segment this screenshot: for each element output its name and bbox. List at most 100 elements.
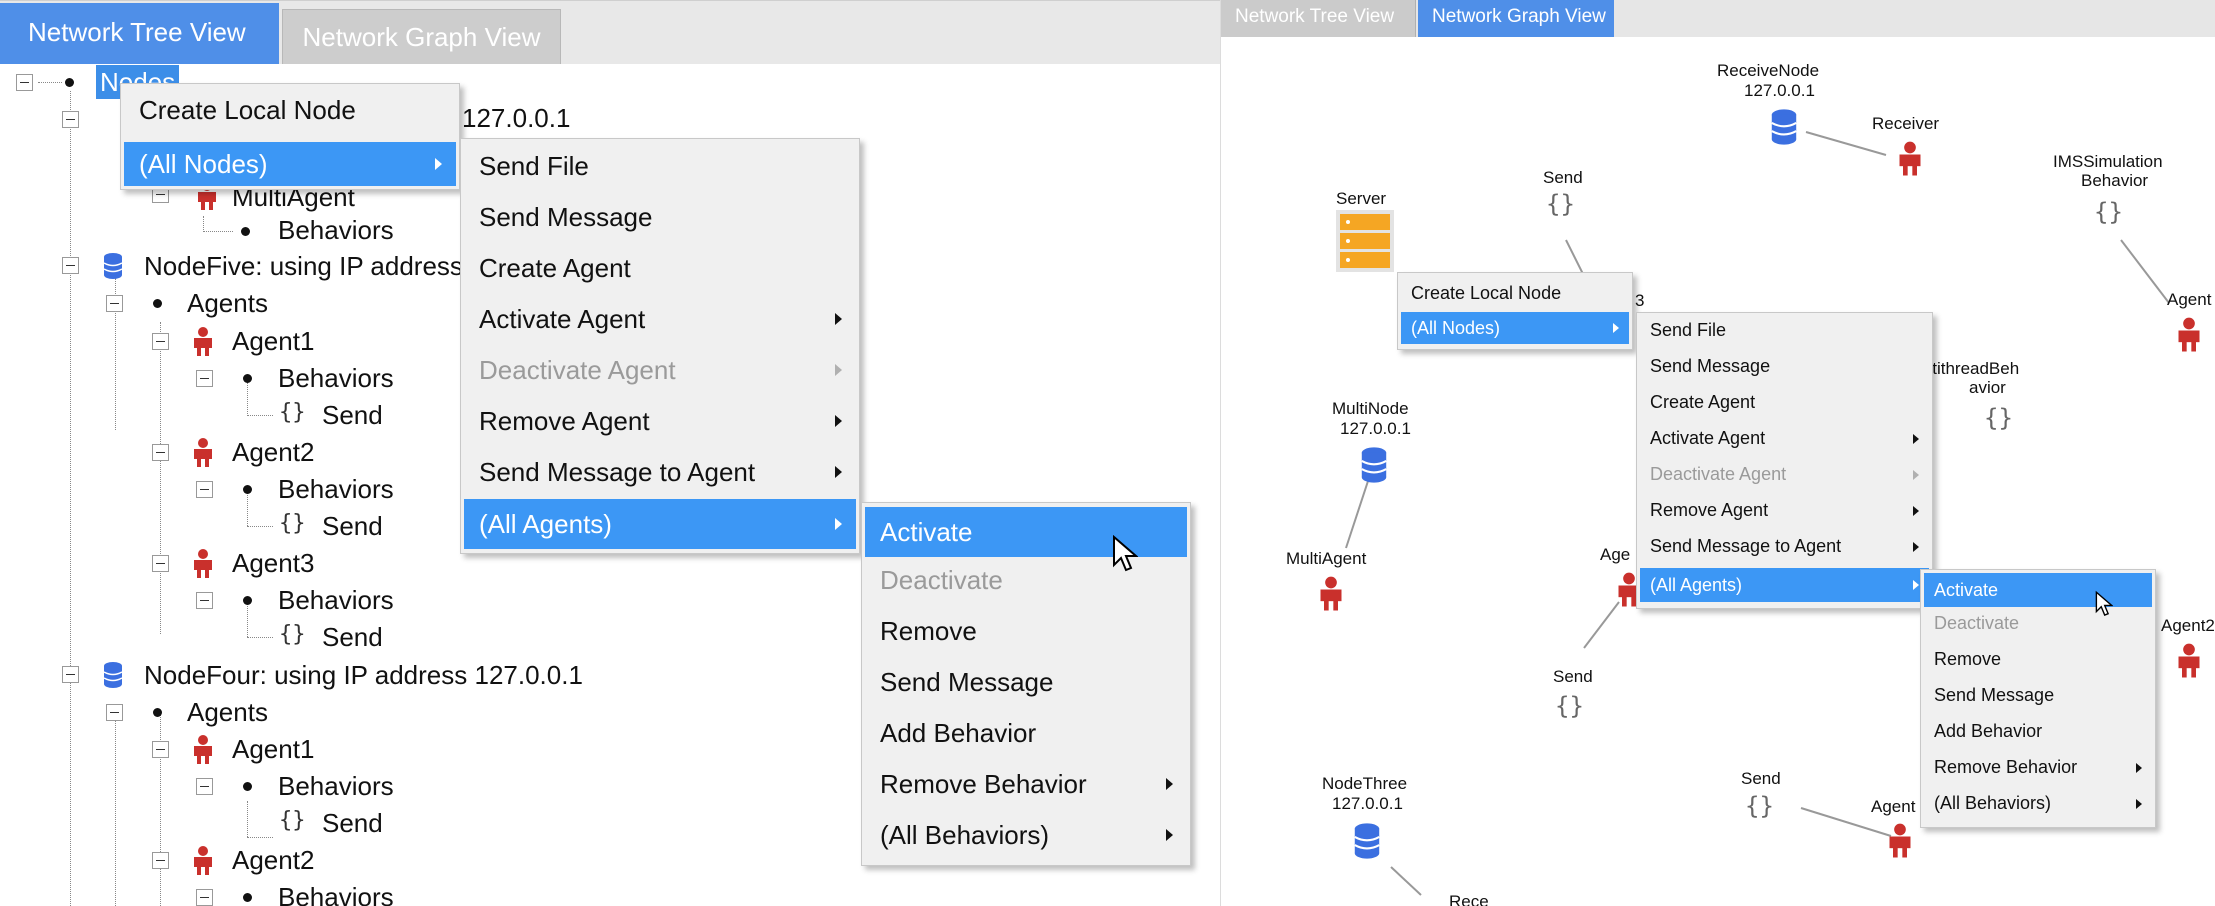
graph-node-label: Agent [1871, 797, 1916, 816]
menu-item-remove-agent[interactable]: Remove Agent [464, 403, 856, 439]
menu-item-activate[interactable]: Activate [1924, 573, 2152, 607]
menu-item-send-message[interactable]: Send Message [464, 199, 856, 235]
submenu-arrow-icon [435, 158, 442, 170]
collapse-toggle[interactable] [152, 444, 169, 461]
collapse-toggle[interactable] [152, 555, 169, 572]
menu-item-all-agents[interactable]: (All Agents) [464, 499, 856, 549]
database-icon[interactable] [1358, 446, 1390, 484]
menu-item-add-behavior[interactable]: Add Behavior [1924, 719, 2152, 745]
menu-item-send-file[interactable]: Send File [1640, 318, 1929, 344]
menu-item-send-message[interactable]: Send Message [865, 664, 1187, 700]
collapse-toggle[interactable] [152, 741, 169, 758]
behavior-icon[interactable]: {} [1546, 190, 1575, 218]
tree-item-label: Agents [187, 288, 268, 318]
menu-item-remove-behavior[interactable]: Remove Behavior [865, 766, 1187, 802]
menu-item-activate-agent[interactable]: Activate Agent [464, 301, 856, 337]
agent-icon[interactable] [2175, 316, 2203, 352]
graph-node-label: IMSSimulation [2053, 152, 2163, 171]
collapse-toggle[interactable] [16, 74, 33, 91]
graph-node-label: NodeThree [1322, 774, 1408, 793]
menu-item-remove-behavior[interactable]: Remove Behavior [1924, 755, 2152, 781]
collapse-toggle[interactable] [106, 704, 123, 721]
database-icon [103, 662, 123, 688]
menu-item-create-agent[interactable]: Create Agent [464, 250, 856, 286]
collapse-toggle[interactable] [152, 852, 169, 869]
bullet-icon [243, 485, 252, 494]
menu-item-all-behaviors[interactable]: (All Behaviors) [865, 817, 1187, 853]
submenu-arrow-icon [1166, 778, 1173, 790]
behavior-icon[interactable]: {} [1555, 692, 1584, 720]
menu-item-all-behaviors[interactable]: (All Behaviors) [1924, 791, 2152, 817]
graph-node-label: 3 [1635, 291, 1645, 310]
menu-item-label: Deactivate Agent [479, 355, 676, 385]
graph-node-label: Send [1543, 168, 1583, 187]
graph-node-ip: 127.0.0.1 [1340, 419, 1411, 438]
menu-item-activate-agent[interactable]: Activate Agent [1640, 426, 1929, 452]
tree-guide-line [160, 322, 161, 634]
bullet-icon [243, 374, 252, 383]
agent-icon[interactable] [1896, 140, 1924, 176]
submenu-arrow-icon [1913, 580, 1919, 590]
menu-item-send-message[interactable]: Send Message [1924, 683, 2152, 709]
tab-network-graph-view[interactable]: Network Graph View [282, 9, 561, 64]
collapse-toggle[interactable] [196, 481, 213, 498]
collapse-toggle[interactable] [62, 257, 79, 274]
behavior-icon[interactable]: {} [2094, 198, 2123, 226]
submenu-arrow-icon [835, 466, 842, 478]
tree-item-label: Agent3 [232, 548, 315, 578]
menu-item-label: Remove Agent [479, 406, 650, 436]
menu-item-create-local-node[interactable]: Create Local Node [1401, 278, 1629, 308]
menu-item-send-file[interactable]: Send File [464, 148, 856, 184]
menu-item-create-local-node[interactable]: Create Local Node [124, 92, 456, 128]
collapse-toggle[interactable] [196, 592, 213, 609]
tree-guide-line [247, 637, 273, 638]
menu-item-add-behavior[interactable]: Add Behavior [865, 715, 1187, 751]
tree-item-label: Behaviors [278, 363, 394, 393]
behavior-icon[interactable]: {} [1984, 404, 2013, 432]
database-icon[interactable] [1768, 108, 1800, 146]
menu-item-send-message-to-agent[interactable]: Send Message to Agent [1640, 534, 1929, 560]
tree-item-label: Agent2 [232, 437, 315, 467]
menu-item-deactivate-agent: Deactivate Agent [464, 352, 856, 388]
tree-item-label: NodeFour: using IP address 127.0.0.1 [144, 660, 583, 690]
tree-guide-line [115, 715, 116, 906]
graph-node-label: MultiNode [1332, 399, 1409, 418]
graph-node-label: Server [1336, 189, 1387, 208]
menu-item-remove-agent[interactable]: Remove Agent [1640, 498, 1929, 524]
tree-guide-line [203, 231, 233, 232]
menu-item-send-message-to-agent[interactable]: Send Message to Agent [464, 454, 856, 490]
agent-icon[interactable] [2175, 642, 2203, 678]
server-icon[interactable] [1336, 210, 1394, 272]
graph-node-label: Behavior [2081, 171, 2149, 190]
collapse-toggle[interactable] [62, 666, 79, 683]
tree-item-label: Agent1 [232, 734, 315, 764]
menu-item-label: Send Message to Agent [1650, 536, 1842, 556]
menu-item-all-agents[interactable]: (All Agents) [1640, 568, 1929, 602]
collapse-toggle[interactable] [196, 889, 213, 906]
database-icon[interactable] [1351, 822, 1383, 860]
collapse-toggle[interactable] [106, 295, 123, 312]
tree-guide-line [38, 82, 62, 83]
graph-node-label: Agent2 [2161, 616, 2215, 635]
agent-icon[interactable] [1317, 575, 1345, 611]
collapse-toggle[interactable] [196, 370, 213, 387]
menu-item-label: Deactivate Agent [1650, 464, 1787, 484]
menu-item-all-nodes[interactable]: (All Nodes) [1401, 312, 1629, 344]
tab-network-tree-view[interactable]: Network Tree View [0, 3, 279, 64]
collapse-toggle[interactable] [152, 333, 169, 350]
menu-item-activate[interactable]: Activate [865, 507, 1187, 557]
collapse-toggle[interactable] [62, 111, 79, 128]
menu-item-send-message[interactable]: Send Message [1640, 354, 1929, 380]
collapse-toggle[interactable] [196, 778, 213, 795]
agent-icon[interactable] [1886, 822, 1914, 858]
menu-item-create-agent[interactable]: Create Agent [1640, 390, 1929, 416]
behavior-icon: {} [279, 622, 306, 647]
graph-node-label: Receiver [1872, 114, 1940, 133]
submenu-arrow-icon [1166, 829, 1173, 841]
behavior-icon[interactable]: {} [1745, 792, 1774, 820]
submenu-arrow-icon [835, 313, 842, 325]
menu-item-remove[interactable]: Remove [865, 613, 1187, 649]
menu-item-deactivate: Deactivate [1934, 613, 2020, 633]
menu-item-all-nodes[interactable]: (All Nodes) [124, 142, 456, 186]
menu-item-remove[interactable]: Remove [1924, 647, 2152, 673]
